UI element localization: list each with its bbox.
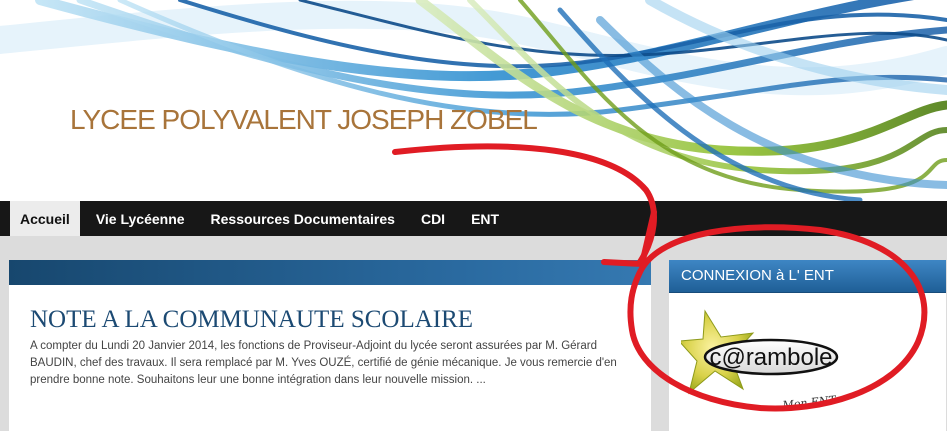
header-banner-art [0,0,947,201]
main-nav: Accueil Vie Lycéenne Ressources Document… [0,201,947,237]
carambole-logo: c@rambole Mon ENT [677,309,839,412]
nav-item-accueil[interactable]: Accueil [10,201,80,236]
logo-tagline: Mon ENT [781,393,838,412]
sidebar-widget: CONNEXION à L' ENT c@rambole Mon ENT [669,260,946,431]
nav-item-vie-lyceenne[interactable]: Vie Lycéenne [83,201,198,236]
nav-item-cdi[interactable]: CDI [408,201,458,236]
main-column: NOTE A LA COMMUNAUTE SCOLAIRE A compter … [9,260,651,431]
site-header: LYCEE POLYVALENT JOSEPH ZOBEL [0,0,947,201]
post-excerpt: A compter du Lundi 20 Janvier 2014, les … [30,340,617,386]
carambole-logo-link[interactable]: c@rambole Mon ENT [677,307,841,415]
site-title[interactable]: LYCEE POLYVALENT JOSEPH ZOBEL [70,104,538,136]
main-column-header-bar [9,260,651,285]
post-title[interactable]: NOTE A LA COMMUNAUTE SCOLAIRE [30,306,473,334]
nav-item-ressources-documentaires[interactable]: Ressources Documentaires [198,201,408,236]
logo-wordmark: c@rambole [709,344,832,371]
nav-item-ent[interactable]: ENT [458,201,512,236]
widget-title: CONNEXION à L' ENT [669,260,946,293]
